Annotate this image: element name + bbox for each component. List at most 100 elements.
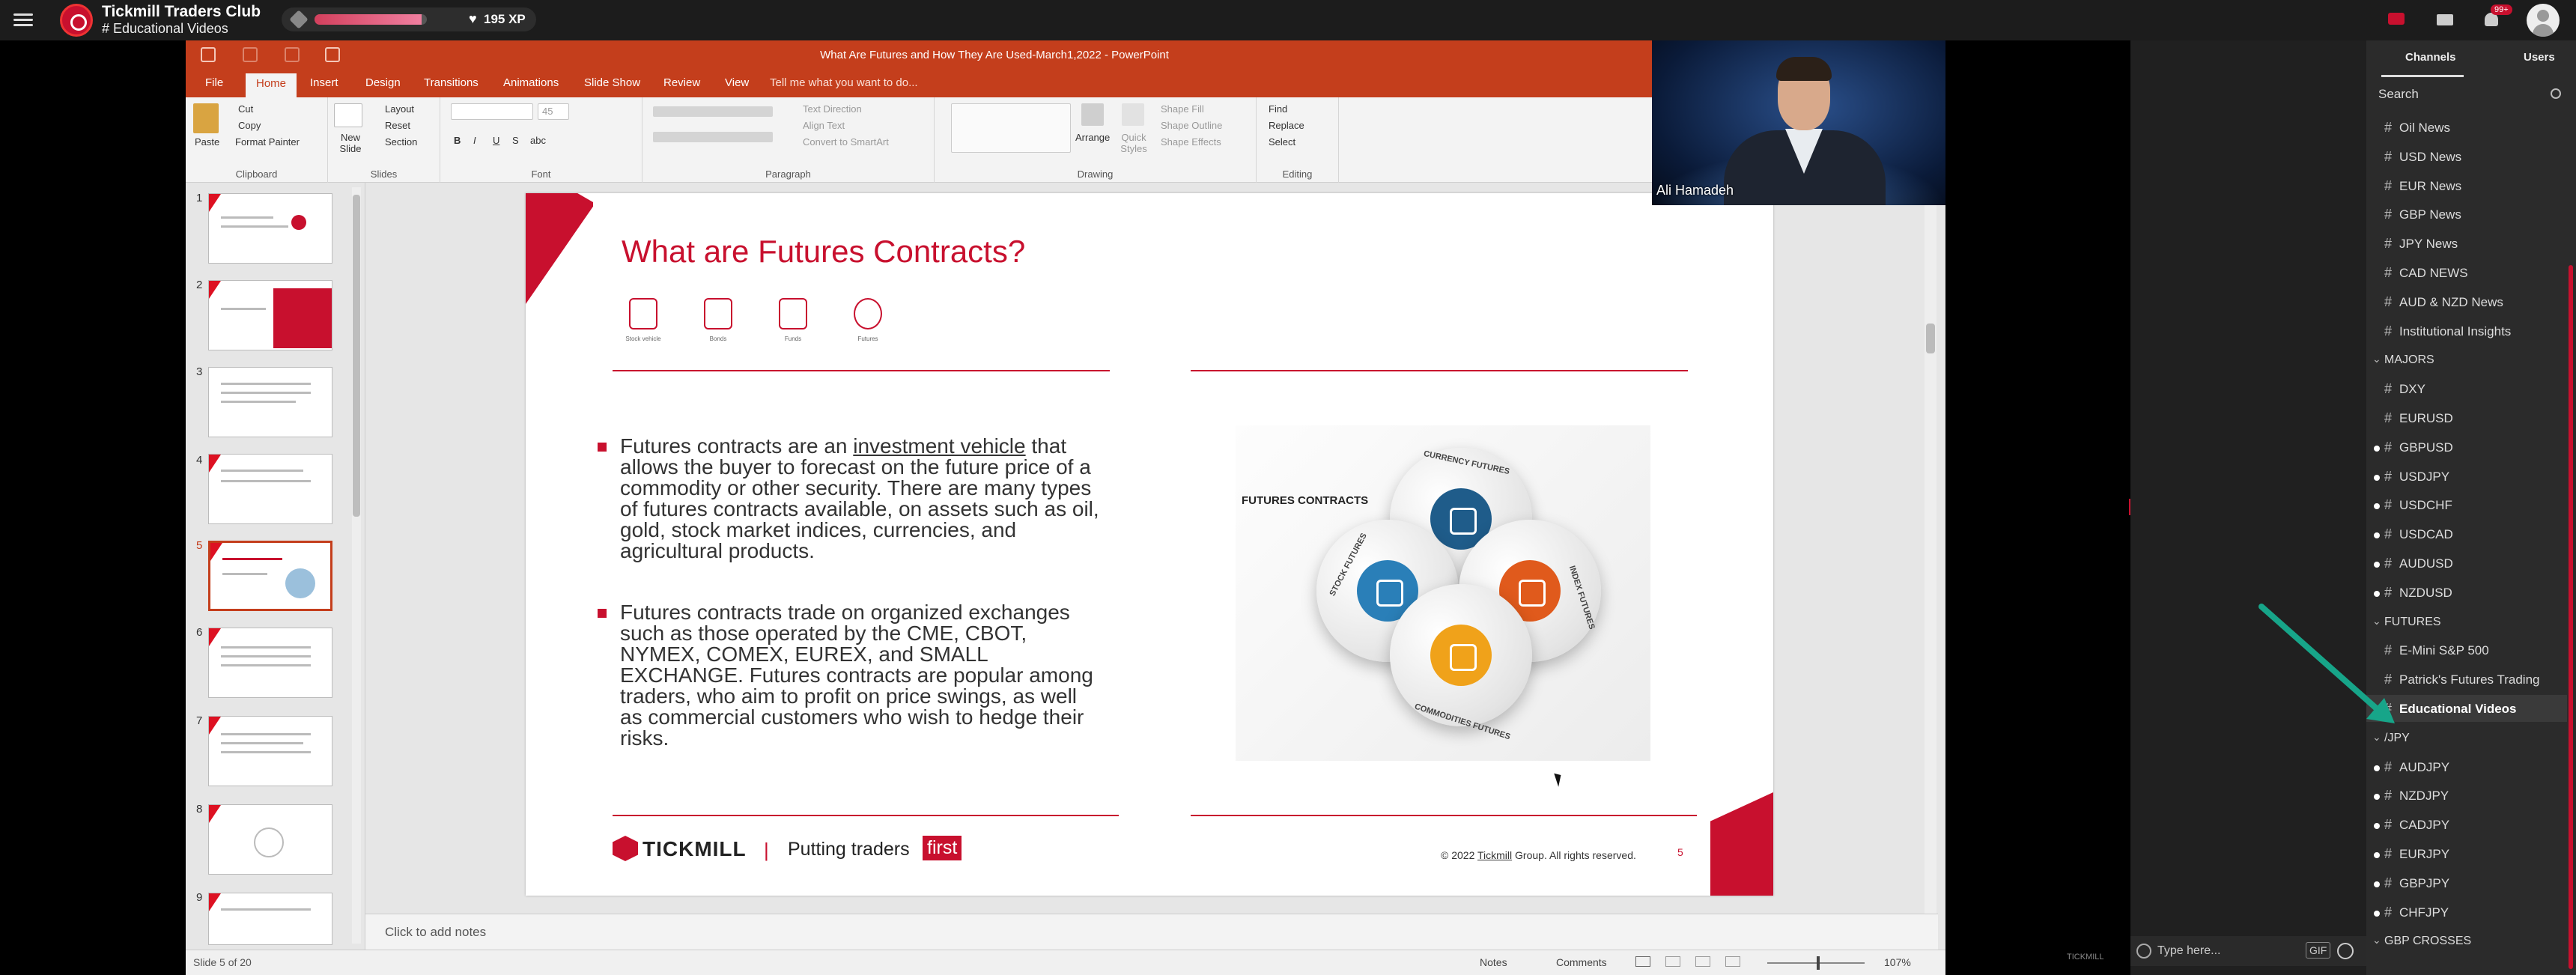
alignment-buttons-icon[interactable] (653, 132, 773, 142)
tab-design[interactable]: Design (365, 76, 401, 89)
channel-group-header[interactable]: ⌄ GBP CROSSES (2366, 927, 2567, 954)
tab-slide-show[interactable]: Slide Show (584, 76, 640, 89)
slide-thumbnail[interactable] (208, 893, 332, 945)
find-button[interactable]: Find (1269, 103, 1287, 115)
comments-button[interactable]: Comments (1556, 956, 1607, 968)
channel-search-input[interactable] (2369, 81, 2561, 108)
gif-button[interactable]: GIF (2306, 942, 2331, 959)
channel-item[interactable]: # AUD & NZD News (2366, 288, 2567, 315)
channel-item[interactable]: # EURJPY (2366, 840, 2567, 867)
menu-icon[interactable] (13, 10, 33, 28)
channel-group-header[interactable]: ⌄/JPY (2366, 724, 2567, 751)
cut-button[interactable]: Cut (238, 103, 253, 115)
copy-button[interactable]: Copy (238, 120, 261, 131)
zoom-level[interactable]: 107% (1884, 956, 1911, 968)
channel-item[interactable]: # NZDJPY (2366, 782, 2567, 809)
channel-item[interactable]: # USDCAD (2366, 520, 2567, 547)
arrange-button[interactable]: Arrange (1075, 132, 1110, 143)
bullet-point-1[interactable]: Futures contracts are an investment vehi… (598, 434, 1099, 562)
reset-button[interactable]: Reset (385, 120, 410, 131)
avatar[interactable] (2527, 4, 2560, 37)
channel-item[interactable]: # USDCHF (2366, 491, 2567, 518)
notes-pane[interactable]: Click to add notes (365, 914, 1938, 950)
channel-item[interactable]: # CADJPY (2366, 811, 2567, 838)
list-buttons-icon[interactable] (653, 106, 773, 117)
channel-item[interactable]: # AUDUSD (2366, 550, 2567, 577)
format-painter-button[interactable]: Format Painter (235, 136, 300, 148)
tab-file[interactable]: File (205, 76, 223, 89)
layout-button[interactable]: Layout (385, 103, 414, 115)
channel-item[interactable]: # USDJPY (2366, 463, 2567, 490)
channel-item[interactable]: # Institutional Insights (2366, 318, 2567, 344)
channel-item[interactable]: # EURUSD (2366, 404, 2567, 431)
underline-button[interactable]: U (493, 135, 499, 146)
add-attachment-icon[interactable] (2136, 944, 2151, 959)
thumbnail-scrollbar[interactable] (352, 187, 361, 944)
tab-users[interactable]: Users (2524, 51, 2555, 64)
select-button[interactable]: Select (1269, 136, 1295, 148)
channel-item[interactable]: # Oil News (2366, 114, 2567, 141)
zoom-slider[interactable] (1767, 962, 1865, 964)
tab-view[interactable]: View (725, 76, 749, 89)
tab-insert[interactable]: Insert (310, 76, 338, 89)
channel-item[interactable]: # EUR News (2366, 172, 2567, 199)
current-slide[interactable]: What are Futures Contracts? Stock vehicl… (526, 193, 1773, 896)
search-icon[interactable] (2551, 88, 2561, 99)
channel-item[interactable]: # AUDJPY (2366, 753, 2567, 780)
bold-button[interactable]: B (454, 135, 461, 146)
chat-message-input[interactable] (2157, 941, 2300, 962)
channel-item[interactable]: # CHFJPY (2366, 899, 2567, 926)
slide-thumbnail[interactable] (208, 454, 332, 524)
investment-vehicle-link[interactable]: investment vehicle (853, 434, 1025, 458)
tab-animations[interactable]: Animations (503, 76, 559, 89)
font-family-select[interactable] (451, 103, 533, 120)
channel-item[interactable]: # USD News (2366, 143, 2567, 170)
channel-group-header[interactable]: ⌄ MAJORS (2366, 346, 2567, 373)
tab-transitions[interactable]: Transitions (424, 76, 479, 89)
mail-icon[interactable] (2434, 9, 2456, 30)
replace-button[interactable]: Replace (1269, 120, 1304, 131)
section-button[interactable]: Section (385, 136, 417, 148)
club-logo-icon[interactable] (60, 4, 93, 37)
slide-scrollbar[interactable] (1925, 183, 1936, 950)
tickmill-link[interactable]: Tickmill (1477, 849, 1512, 861)
align-text-button[interactable]: Align Text (803, 120, 845, 131)
notes-button[interactable]: Notes (1480, 956, 1507, 968)
slide-thumbnail[interactable] (208, 280, 332, 350)
slide-thumbnail[interactable] (208, 367, 332, 437)
tab-review[interactable]: Review (663, 76, 700, 89)
futures-contracts-diagram[interactable]: FUTURES CONTRACTS CURRENCY FUTURES STOCK… (1236, 425, 1650, 761)
text-direction-button[interactable]: Text Direction (803, 103, 862, 115)
paste-button[interactable]: Paste (195, 136, 219, 148)
slide-title[interactable]: What are Futures Contracts? (622, 234, 1025, 270)
emoji-icon[interactable] (2337, 943, 2354, 959)
bullet-point-2[interactable]: Futures contracts trade on organized exc… (598, 602, 1099, 749)
zoom-slider-handle[interactable] (1817, 956, 1820, 970)
sidebar-scrollbar[interactable] (2569, 265, 2573, 969)
slide-thumbnail[interactable] (208, 716, 332, 786)
tab-home[interactable]: Home (246, 73, 297, 97)
reading-view-icon[interactable] (1695, 956, 1710, 967)
quick-styles-button[interactable]: Quick Styles (1119, 132, 1149, 154)
shape-outline-button[interactable]: Shape Outline (1161, 120, 1222, 131)
channel-item[interactable]: # JPY News (2366, 230, 2567, 257)
italic-button[interactable]: I (473, 135, 476, 146)
shape-fill-button[interactable]: Shape Fill (1161, 103, 1204, 115)
thumbnail-scroll-thumb[interactable] (353, 195, 360, 517)
announcement-icon[interactable] (2386, 9, 2408, 30)
tab-channels[interactable]: Channels (2405, 51, 2456, 64)
channel-item[interactable]: # GBPJPY (2366, 869, 2567, 896)
xp-progress-pill[interactable]: ♥ 195 XP (282, 7, 536, 31)
channel-item[interactable]: # GBPUSD (2366, 434, 2567, 461)
normal-view-icon[interactable] (1635, 956, 1650, 967)
slideshow-view-icon[interactable] (1725, 956, 1740, 967)
convert-smartart-button[interactable]: Convert to SmartArt (803, 136, 889, 148)
slide-thumbnail[interactable] (208, 628, 332, 698)
strikethrough-button[interactable]: S (512, 135, 519, 146)
new-slide-button[interactable]: New Slide (335, 132, 365, 154)
slide-thumbnail[interactable] (208, 193, 332, 264)
slide-sorter-icon[interactable] (1665, 956, 1680, 967)
slide-scroll-thumb[interactable] (1926, 324, 1935, 353)
text-shadow-button[interactable]: abc (530, 135, 546, 146)
slide-thumbnail[interactable] (208, 804, 332, 875)
